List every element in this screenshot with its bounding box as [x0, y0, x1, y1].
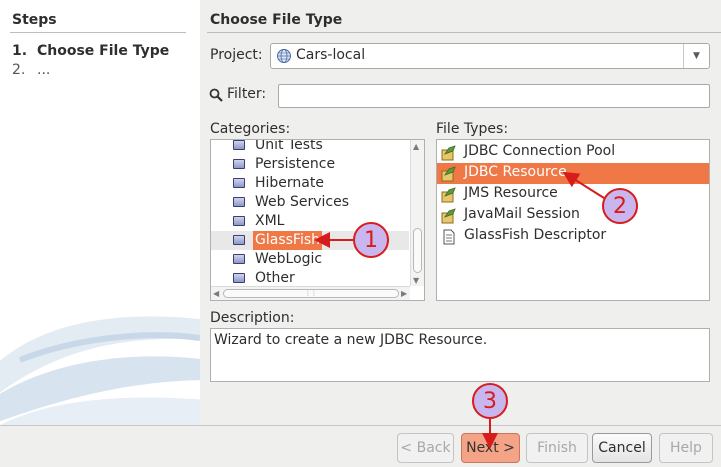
category-item[interactable]: Unit Tests — [211, 139, 409, 155]
jms-resource-icon — [441, 187, 456, 203]
file-type-label: JavaMail Session — [464, 206, 580, 222]
step-item-2: 2.... — [12, 62, 50, 78]
folder-icon — [233, 178, 245, 188]
folder-icon — [233, 216, 245, 226]
file-type-item-selected[interactable]: JDBC Resource — [437, 163, 709, 184]
vertical-scrollbar[interactable]: ▲ ▼ — [410, 140, 424, 286]
filter-input[interactable] — [278, 84, 710, 108]
search-icon — [209, 88, 223, 102]
folder-icon — [233, 235, 245, 245]
help-button[interactable]: Help — [659, 433, 713, 463]
project-label: Project: — [210, 47, 263, 63]
step-number: 1. — [12, 43, 28, 59]
annotation-badge-3: 3 — [472, 383, 508, 419]
categories-label: Categories: — [210, 121, 291, 137]
category-label: Web Services — [255, 194, 350, 210]
scrollbar-thumb[interactable]: ⋮⋮ — [223, 289, 399, 298]
folder-icon — [233, 159, 245, 169]
file-types-list[interactable]: JDBC Connection Pool JDBC Resource JMS R… — [436, 139, 710, 301]
description-label: Description: — [210, 310, 295, 326]
section-title: Choose File Type — [210, 12, 343, 28]
step-label: ... — [37, 62, 51, 78]
decorative-swoosh-art — [0, 316, 200, 425]
steps-panel: Steps 1. Choose File Type 2.... — [0, 0, 200, 425]
javamail-session-icon — [441, 208, 456, 224]
file-type-label: JDBC Connection Pool — [464, 143, 616, 159]
category-item[interactable]: Web Services — [211, 193, 409, 212]
file-type-item[interactable]: JDBC Connection Pool — [437, 142, 709, 163]
description-text: Wizard to create a new JDBC Resource. — [214, 332, 488, 348]
steps-divider — [10, 32, 186, 33]
category-label: GlassFish — [253, 231, 322, 250]
category-label: Persistence — [255, 156, 336, 172]
step-item-1: 1. Choose File Type — [12, 43, 169, 59]
folder-icon — [233, 273, 245, 283]
category-label: Unit Tests — [255, 139, 323, 153]
scrollbar-thumb[interactable] — [413, 228, 422, 273]
filter-label: Filter: — [227, 86, 267, 102]
file-type-label: GlassFish Descriptor — [464, 227, 607, 243]
scroll-down-icon[interactable]: ▼ — [413, 276, 419, 285]
annotation-badge-2: 2 — [602, 188, 638, 224]
description-box: Wizard to create a new JDBC Resource. — [210, 328, 710, 382]
next-button[interactable]: Next > — [461, 433, 520, 463]
category-label: XML — [255, 213, 285, 229]
section-divider — [207, 32, 721, 33]
chevron-down-icon[interactable]: ▼ — [683, 44, 709, 68]
back-button[interactable]: < Back — [397, 433, 454, 463]
file-type-item[interactable]: GlassFish Descriptor — [437, 226, 709, 247]
category-label: WebLogic — [255, 251, 323, 267]
globe-icon — [277, 49, 291, 63]
folder-icon — [233, 254, 245, 264]
category-item[interactable]: Hibernate — [211, 174, 409, 193]
cancel-button[interactable]: Cancel — [592, 433, 652, 463]
jdbc-connection-pool-icon — [441, 145, 456, 161]
category-item[interactable]: Persistence — [211, 155, 409, 174]
file-type-label: JMS Resource — [464, 185, 558, 201]
button-bar-divider — [0, 425, 721, 426]
step-number: 2. — [12, 62, 26, 78]
category-label: Hibernate — [255, 175, 324, 191]
file-type-item[interactable]: JavaMail Session — [437, 205, 709, 226]
step-label: Choose File Type — [37, 43, 170, 59]
project-combobox[interactable]: Cars-local ▼ — [270, 43, 710, 69]
scroll-up-icon[interactable]: ▲ — [413, 142, 419, 151]
annotation-badge-1: 1 — [353, 222, 389, 258]
file-type-item[interactable]: JMS Resource — [437, 184, 709, 205]
scroll-right-icon[interactable]: ▶ — [401, 289, 407, 298]
folder-icon — [233, 197, 245, 207]
scroll-left-icon[interactable]: ◀ — [213, 289, 219, 298]
jdbc-resource-icon — [441, 166, 456, 182]
steps-title: Steps — [12, 12, 57, 28]
file-types-label: File Types: — [436, 121, 509, 137]
categories-list[interactable]: Unit Tests Persistence Hibernate Web Ser… — [210, 139, 425, 301]
horizontal-scrollbar[interactable]: ◀ ⋮⋮ ▶ — [211, 286, 410, 300]
finish-button[interactable]: Finish — [526, 433, 588, 463]
descriptor-document-icon — [443, 229, 455, 245]
folder-icon — [233, 140, 245, 150]
file-type-label: JDBC Resource — [464, 164, 567, 180]
project-value: Cars-local — [296, 47, 366, 63]
